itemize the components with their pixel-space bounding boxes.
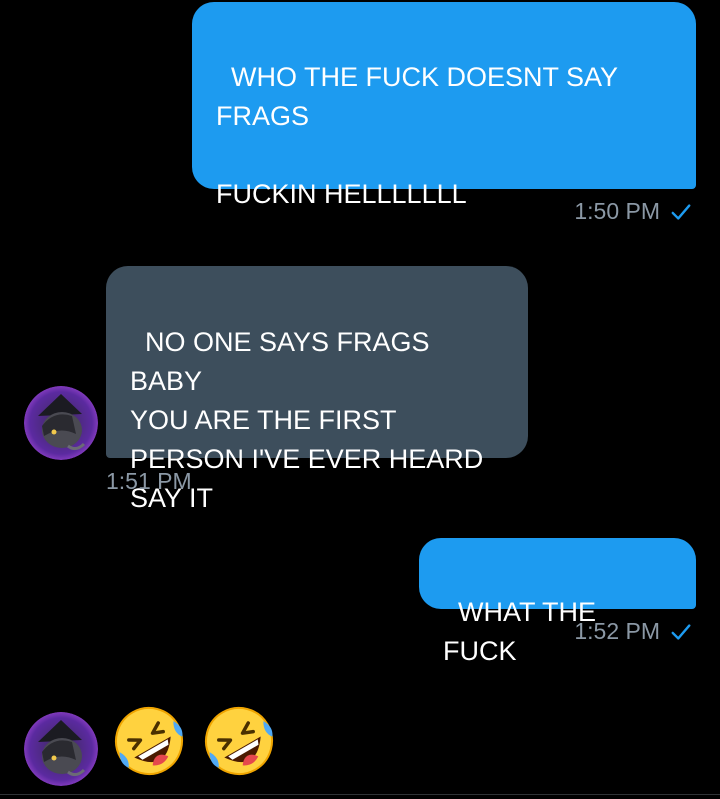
message-timestamp: 1:51 PM — [106, 468, 192, 494]
avatar-image — [24, 386, 98, 460]
message-meta: 1:52 PM — [574, 618, 692, 645]
incoming-message-bubble[interactable]: NO ONE SAYS FRAGS BABY YOU ARE THE FIRST… — [106, 266, 528, 513]
avatar[interactable] — [24, 386, 98, 460]
outgoing-message-bubble[interactable]: WHAT THE FUCK — [419, 538, 696, 666]
rolling-on-floor-laughing-emoji[interactable] — [110, 700, 188, 782]
message-meta: 1:50 PM — [574, 198, 692, 225]
avatar[interactable] — [24, 712, 98, 786]
message-text: WHO THE FUCK DOESNT SAY FRAGS FUCKIN HEL… — [216, 62, 619, 209]
outgoing-message-bubble[interactable]: WHO THE FUCK DOESNT SAY FRAGS FUCKIN HEL… — [192, 2, 696, 209]
message-meta: 1:51 PM — [106, 468, 192, 495]
message-timestamp: 1:52 PM — [574, 618, 660, 644]
avatar-image — [24, 712, 98, 786]
divider — [0, 794, 720, 795]
rolling-on-floor-laughing-emoji[interactable] — [200, 700, 278, 782]
read-check-icon — [671, 623, 691, 640]
read-check-icon — [671, 203, 691, 220]
message-timestamp: 1:50 PM — [574, 198, 660, 224]
